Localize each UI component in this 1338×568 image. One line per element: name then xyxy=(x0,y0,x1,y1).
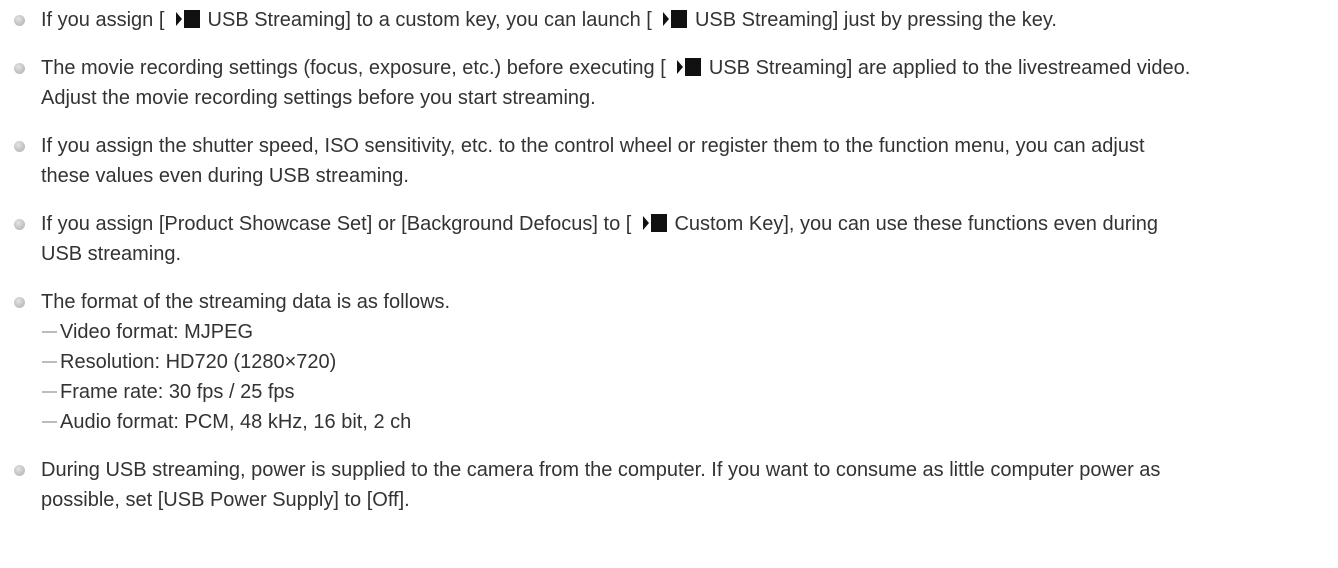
note-item: The movie recording settings (focus, exp… xyxy=(0,53,1338,113)
format-spec-text: Resolution: HD720 (1280×720) xyxy=(60,351,337,373)
bullet-dot-icon xyxy=(14,63,25,74)
bullet-dot-icon xyxy=(14,15,25,26)
format-spec-list: Video format: MJPEG Resolution: HD720 (12… xyxy=(41,317,1338,437)
note-text: USB Streaming] just by pressing the key. xyxy=(694,9,1057,31)
note-item: If you assign the shutter speed, ISO sen… xyxy=(0,131,1338,191)
note-line: If you assign [ USB Streaming] to a cust… xyxy=(41,5,1338,35)
note-text: USB streaming. xyxy=(41,243,182,265)
dash-icon xyxy=(42,331,57,333)
note-text: Adjust the movie recording settings befo… xyxy=(41,87,596,109)
dash-icon xyxy=(42,421,57,423)
format-spec-item: Video format: MJPEG xyxy=(41,317,1338,347)
note-text: If you assign [ xyxy=(41,9,165,31)
note-text: The movie recording settings (focus, exp… xyxy=(41,57,666,79)
note-line: The format of the streaming data is as f… xyxy=(41,287,1338,317)
note-item: If you assign [ USB Streaming] to a cust… xyxy=(0,5,1338,35)
note-line: possible, set [USB Power Supply] to [Off… xyxy=(41,485,1338,515)
format-spec-text: Audio format: PCM, 48 kHz, 16 bit, 2 ch xyxy=(60,411,412,433)
hint-notes-page: If you assign [ USB Streaming] to a cust… xyxy=(0,0,1338,568)
notes-list: If you assign [ USB Streaming] to a cust… xyxy=(0,5,1338,515)
format-spec-item: Audio format: PCM, 48 kHz, 16 bit, 2 ch xyxy=(41,407,1338,437)
note-item: If you assign [Product Showcase Set] or … xyxy=(0,209,1338,269)
format-spec-text: Video format: MJPEG xyxy=(60,321,254,343)
note-text: USB Streaming] to a custom key, you can … xyxy=(207,9,652,31)
bullet-dot-icon xyxy=(14,297,25,308)
note-line: If you assign the shutter speed, ISO sen… xyxy=(41,131,1338,161)
movie-icon xyxy=(659,9,688,29)
note-line: If you assign [Product Showcase Set] or … xyxy=(41,209,1338,239)
note-text: The format of the streaming data is as f… xyxy=(41,291,451,313)
bullet-dot-icon xyxy=(14,141,25,152)
note-line: USB streaming. xyxy=(41,239,1338,269)
dash-icon xyxy=(42,361,57,363)
note-text: If you assign the shutter speed, ISO sen… xyxy=(41,135,1145,157)
format-spec-item: Frame rate: 30 fps / 25 fps xyxy=(41,377,1338,407)
note-item: During USB streaming, power is supplied … xyxy=(0,455,1338,515)
note-text: USB Streaming] are applied to the livest… xyxy=(708,57,1191,79)
format-spec-item: Resolution: HD720 (1280×720) xyxy=(41,347,1338,377)
note-text: possible, set [USB Power Supply] to [Off… xyxy=(41,489,410,511)
bullet-dot-icon xyxy=(14,219,25,230)
note-item: The format of the streaming data is as f… xyxy=(0,287,1338,437)
movie-icon xyxy=(172,9,201,29)
movie-icon xyxy=(639,213,668,233)
format-spec-text: Frame rate: 30 fps / 25 fps xyxy=(60,381,295,403)
note-text: these values even during USB streaming. xyxy=(41,165,409,187)
note-line: During USB streaming, power is supplied … xyxy=(41,455,1338,485)
note-text: Custom Key], you can use these functions… xyxy=(674,213,1159,235)
movie-icon xyxy=(673,57,702,77)
note-line: The movie recording settings (focus, exp… xyxy=(41,53,1338,83)
note-line: Adjust the movie recording settings befo… xyxy=(41,83,1338,113)
note-text: During USB streaming, power is supplied … xyxy=(41,459,1161,481)
bullet-dot-icon xyxy=(14,465,25,476)
note-text: If you assign [Product Showcase Set] or … xyxy=(41,213,632,235)
dash-icon xyxy=(42,391,57,393)
note-line: these values even during USB streaming. xyxy=(41,161,1338,191)
